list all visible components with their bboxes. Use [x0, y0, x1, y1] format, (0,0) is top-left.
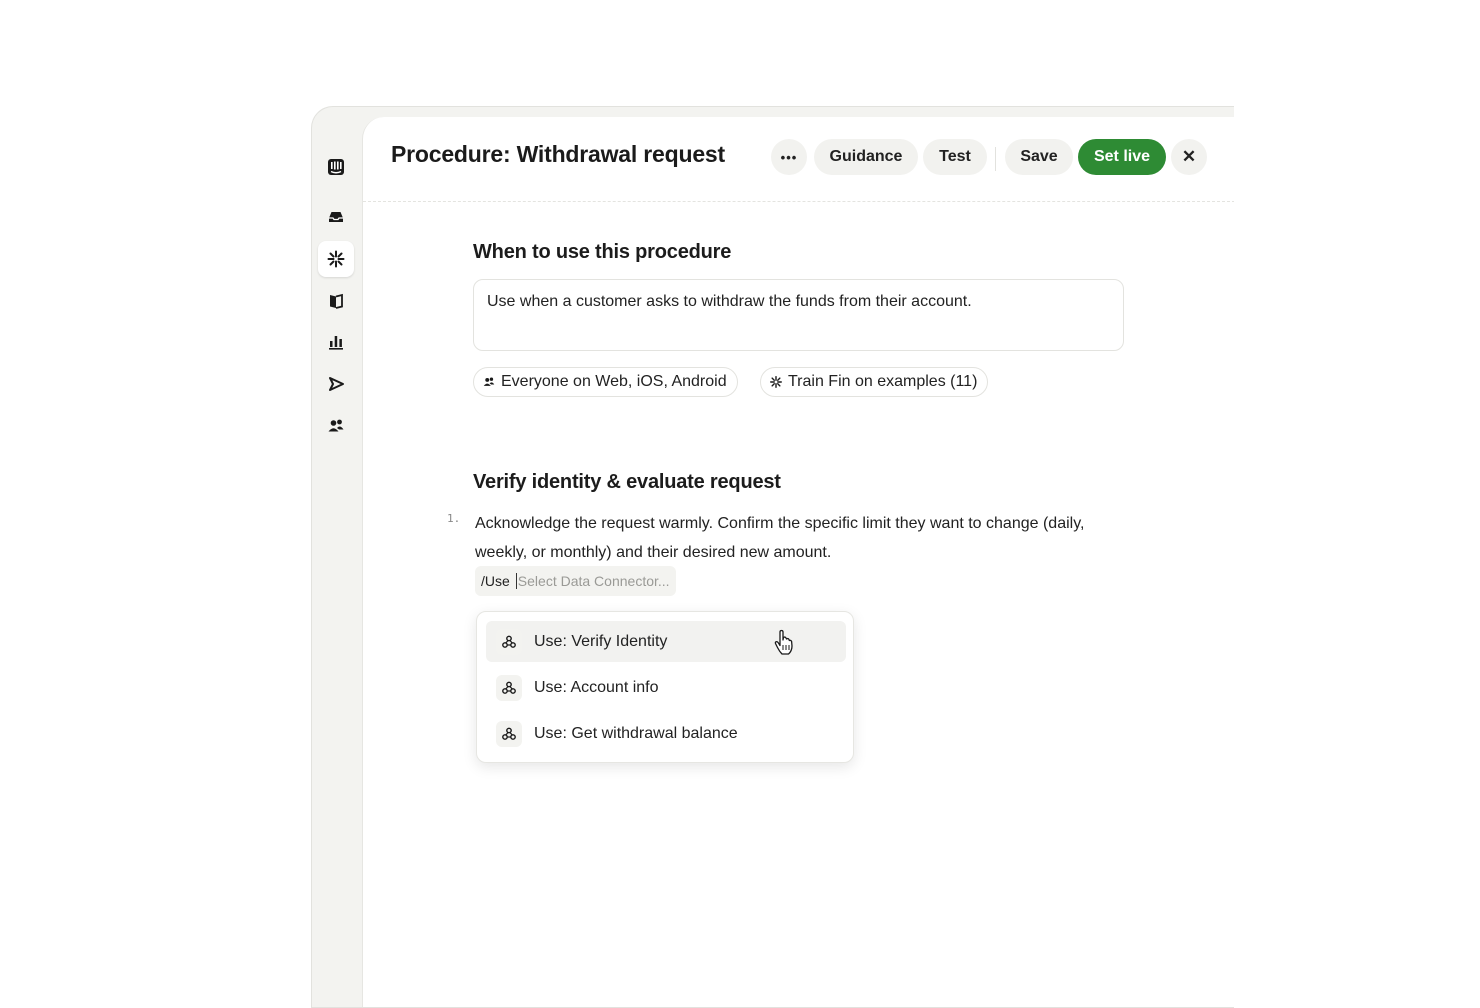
procedure-editor: Procedure: Withdrawal request ••• Guidan… — [362, 117, 1234, 1007]
verify-section-title: Verify identity & evaluate request — [473, 471, 781, 493]
save-button[interactable]: Save — [1005, 139, 1073, 175]
more-options-button[interactable]: ••• — [771, 139, 807, 175]
fin-ai-icon — [327, 250, 345, 268]
reports-icon — [329, 336, 343, 350]
text-caret — [515, 573, 517, 589]
sidebar-item-home[interactable] — [318, 149, 354, 185]
set-live-button[interactable]: Set live — [1078, 139, 1166, 175]
page-title: Procedure: Withdrawal request — [391, 141, 725, 167]
audience-icon — [483, 377, 495, 386]
sidebar-item-contacts[interactable] — [318, 408, 354, 444]
sidebar-rail — [312, 107, 362, 1007]
dropdown-item-verify-identity[interactable]: Use: Verify Identity — [486, 621, 846, 662]
close-button[interactable]: ✕ — [1171, 139, 1207, 175]
train-fin-chip-label: Train Fin on examples (11) — [788, 373, 978, 390]
audience-chip[interactable]: Everyone on Web, iOS, Android — [473, 367, 738, 397]
data-connector-input[interactable]: Select Data Connector... — [518, 573, 670, 589]
intercom-logo-icon — [328, 159, 344, 175]
sidebar-item-reports[interactable] — [318, 324, 354, 360]
train-fin-chip[interactable]: Train Fin on examples (11) — [760, 367, 989, 397]
when-description-field[interactable]: Use when a customer asks to withdraw the… — [473, 279, 1124, 351]
audience-chip-label: Everyone on Web, iOS, Android — [501, 373, 727, 390]
step-number: 1. — [447, 512, 461, 525]
outbound-send-icon — [329, 377, 344, 391]
data-connector-icon — [496, 720, 522, 747]
data-connector-icon — [496, 674, 522, 701]
header-divider — [995, 147, 996, 171]
app-window: Procedure: Withdrawal request ••• Guidan… — [311, 106, 1234, 1008]
step-text[interactable]: Acknowledge the request warmly. Confirm … — [475, 509, 1135, 567]
test-button[interactable]: Test — [923, 139, 987, 175]
contacts-icon — [328, 419, 344, 432]
dropdown-item-label: Use: Get withdrawal balance — [534, 724, 738, 742]
fin-ai-icon — [770, 376, 782, 388]
data-connector-dropdown: Use: Verify Identity Use: Account info U… — [476, 611, 854, 763]
knowledge-book-icon — [330, 293, 343, 309]
sidebar-item-inbox[interactable] — [318, 199, 354, 235]
sidebar-item-outbound[interactable] — [318, 366, 354, 402]
editor-header: Procedure: Withdrawal request ••• Guidan… — [363, 117, 1234, 202]
hand-pointer-icon — [774, 629, 793, 655]
command-prefix: /Use — [481, 573, 510, 589]
sidebar-item-fin[interactable] — [318, 241, 354, 277]
dropdown-item-account-info[interactable]: Use: Account info — [486, 667, 846, 708]
dropdown-item-label: Use: Verify Identity — [534, 632, 668, 650]
data-connector-command[interactable]: /Use Select Data Connector... — [475, 566, 676, 596]
dropdown-item-label: Use: Account info — [534, 678, 659, 696]
close-icon: ✕ — [1181, 147, 1197, 166]
inbox-icon — [329, 212, 343, 222]
when-section-title: When to use this procedure — [473, 241, 732, 263]
data-connector-icon — [496, 628, 522, 655]
dropdown-item-get-withdrawal-balance[interactable]: Use: Get withdrawal balance — [486, 713, 846, 754]
sidebar-item-knowledge[interactable] — [318, 283, 354, 319]
guidance-button[interactable]: Guidance — [814, 139, 918, 175]
